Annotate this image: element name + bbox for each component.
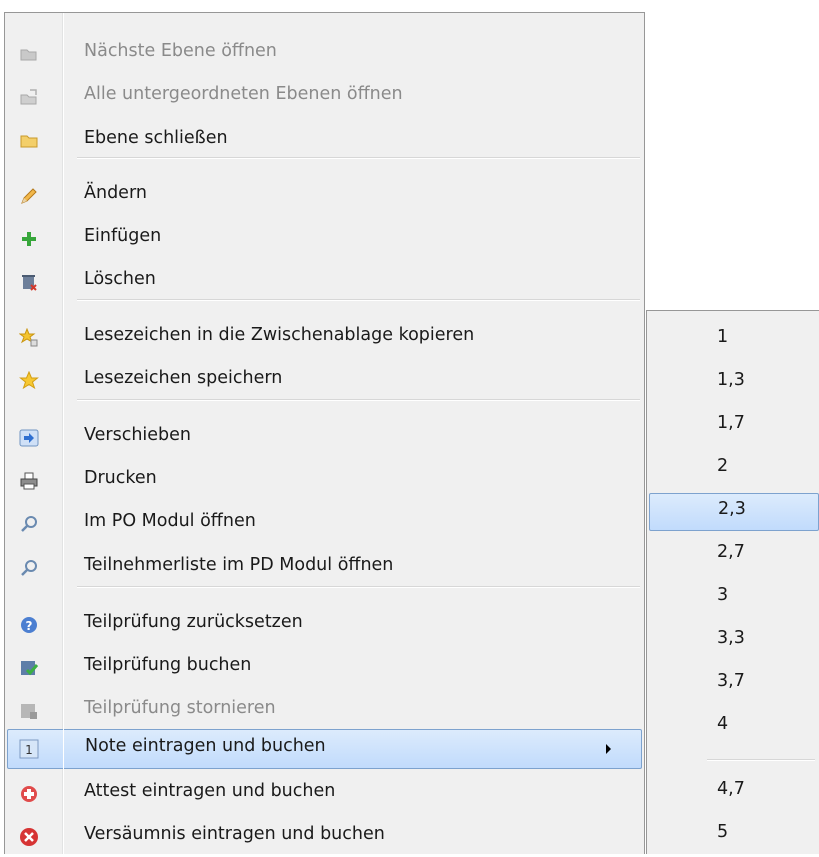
menu-item-label: Alle untergeordneten Ebenen öffnen [84, 84, 403, 104]
folder-icon [20, 135, 38, 148]
grade-option[interactable]: 1 [649, 321, 819, 359]
menu-item-label: Teilprüfung zurücksetzen [84, 612, 303, 632]
menu-item-enter-grade[interactable]: 1 Note eintragen und buchen [7, 729, 642, 769]
menu-item-label: Note eintragen und buchen [85, 736, 326, 756]
medical-cross-icon [21, 786, 37, 802]
folder-open-icon [20, 49, 37, 61]
menu-item-open-po-module[interactable]: Im PO Modul öffnen [7, 504, 642, 544]
cancel-book-icon [21, 704, 37, 719]
menu-item-open-all-sublevels[interactable]: Alle untergeordneten Ebenen öffnen [7, 77, 642, 117]
grade-value: 3 [717, 585, 729, 605]
menu-item-close-level[interactable]: Ebene schließen [7, 121, 642, 161]
arrow-right-icon [19, 429, 39, 447]
grade-option[interactable]: 2 [649, 450, 819, 488]
menu-item-label: Löschen [84, 269, 156, 289]
grade-option-selected[interactable]: 2,3 [649, 493, 819, 531]
grade-option[interactable]: 2,7 [649, 536, 819, 574]
check-book-icon [21, 661, 39, 676]
grade-option[interactable]: 4,7 [649, 773, 819, 811]
help-icon: ? [21, 617, 37, 633]
svg-text:?: ? [26, 619, 33, 633]
menu-separator [77, 157, 640, 159]
menu-item-enter-absence[interactable]: Versäumnis eintragen und buchen [7, 817, 642, 857]
grade-submenu: 1 1,3 1,7 2 2,3 2,7 3 3,3 3,7 4 4,7 5 [646, 310, 819, 854]
grade-value: 4 [717, 714, 729, 734]
menu-item-delete[interactable]: Löschen [7, 262, 642, 302]
plus-icon [22, 232, 36, 246]
grade-option[interactable]: 3,7 [649, 665, 819, 703]
menu-item-label: Ändern [84, 183, 147, 203]
menu-item-label: Im PO Modul öffnen [84, 511, 256, 531]
grade-value: 4,7 [717, 779, 745, 799]
menu-item-print[interactable]: Drucken [7, 461, 642, 501]
grade-value: 1,7 [717, 413, 745, 433]
menu-item-label: Verschieben [84, 425, 191, 445]
menu-item-label: Lesezeichen speichern [84, 368, 283, 388]
menu-item-reset-partial-exam[interactable]: ? Teilprüfung zurücksetzen [7, 605, 642, 645]
menu-item-enter-attest[interactable]: Attest eintragen und buchen [7, 774, 642, 814]
magnifier-icon [21, 560, 37, 576]
grade-option[interactable]: 1,7 [649, 407, 819, 445]
menu-item-move[interactable]: Verschieben [7, 418, 642, 458]
menu-item-label: Teilprüfung buchen [84, 655, 252, 675]
grade-option[interactable]: 5 [649, 816, 819, 854]
star-icon [19, 371, 39, 390]
printer-icon [20, 472, 38, 490]
menu-separator [77, 399, 640, 401]
menu-item-label: Einfügen [84, 226, 162, 246]
number-one-icon: 1 [19, 739, 39, 759]
menu-item-cancel-partial-exam[interactable]: Teilprüfung stornieren [7, 691, 642, 731]
menu-item-label: Versäumnis eintragen und buchen [84, 824, 385, 844]
grade-value: 2 [717, 456, 729, 476]
menu-item-save-bookmark[interactable]: Lesezeichen speichern [7, 361, 642, 401]
menu-item-label: Drucken [84, 468, 157, 488]
menu-separator [77, 299, 640, 301]
menu-item-insert[interactable]: Einfügen [7, 219, 642, 259]
grade-option[interactable]: 1,3 [649, 364, 819, 402]
grade-value: 3,3 [717, 628, 745, 648]
svg-text:1: 1 [25, 743, 33, 757]
star-copy-icon [19, 328, 38, 347]
grade-value: 1 [717, 327, 729, 347]
menu-item-label: Teilnehmerliste im PD Modul öffnen [84, 555, 394, 575]
context-menu: Nächste Ebene öffnen Alle untergeordnete… [4, 12, 645, 854]
menu-item-label: Ebene schließen [84, 128, 228, 148]
menu-item-book-partial-exam[interactable]: Teilprüfung buchen [7, 648, 642, 688]
submenu-separator [707, 759, 815, 761]
trash-icon [22, 275, 37, 291]
grade-option[interactable]: 3 [649, 579, 819, 617]
menu-item-label: Attest eintragen und buchen [84, 781, 336, 801]
menu-item-label: Lesezeichen in die Zwischenablage kopier… [84, 325, 475, 345]
grade-value: 3,7 [717, 671, 745, 691]
magnifier-icon [21, 516, 37, 532]
error-circle-icon [20, 828, 38, 846]
menu-item-copy-bookmark[interactable]: Lesezeichen in die Zwischenablage kopier… [7, 318, 642, 358]
submenu-arrow-icon [606, 744, 611, 754]
menu-separator [77, 586, 640, 588]
menu-item-open-participant-list[interactable]: Teilnehmerliste im PD Modul öffnen [7, 548, 642, 588]
menu-item-label: Teilprüfung stornieren [84, 698, 276, 718]
menu-item-label: Nächste Ebene öffnen [84, 41, 277, 61]
menu-item-next-level[interactable]: Nächste Ebene öffnen [7, 34, 642, 74]
menu-item-edit[interactable]: Ändern [7, 176, 642, 216]
grade-value: 5 [717, 822, 729, 842]
grade-value: 1,3 [717, 370, 745, 390]
grade-value: 2,7 [717, 542, 745, 562]
grade-value: 2,3 [718, 499, 746, 519]
pencil-icon [21, 188, 37, 204]
grade-option[interactable]: 4 [649, 708, 819, 746]
grade-option[interactable]: 3,3 [649, 622, 819, 660]
folder-export-icon [20, 89, 37, 105]
